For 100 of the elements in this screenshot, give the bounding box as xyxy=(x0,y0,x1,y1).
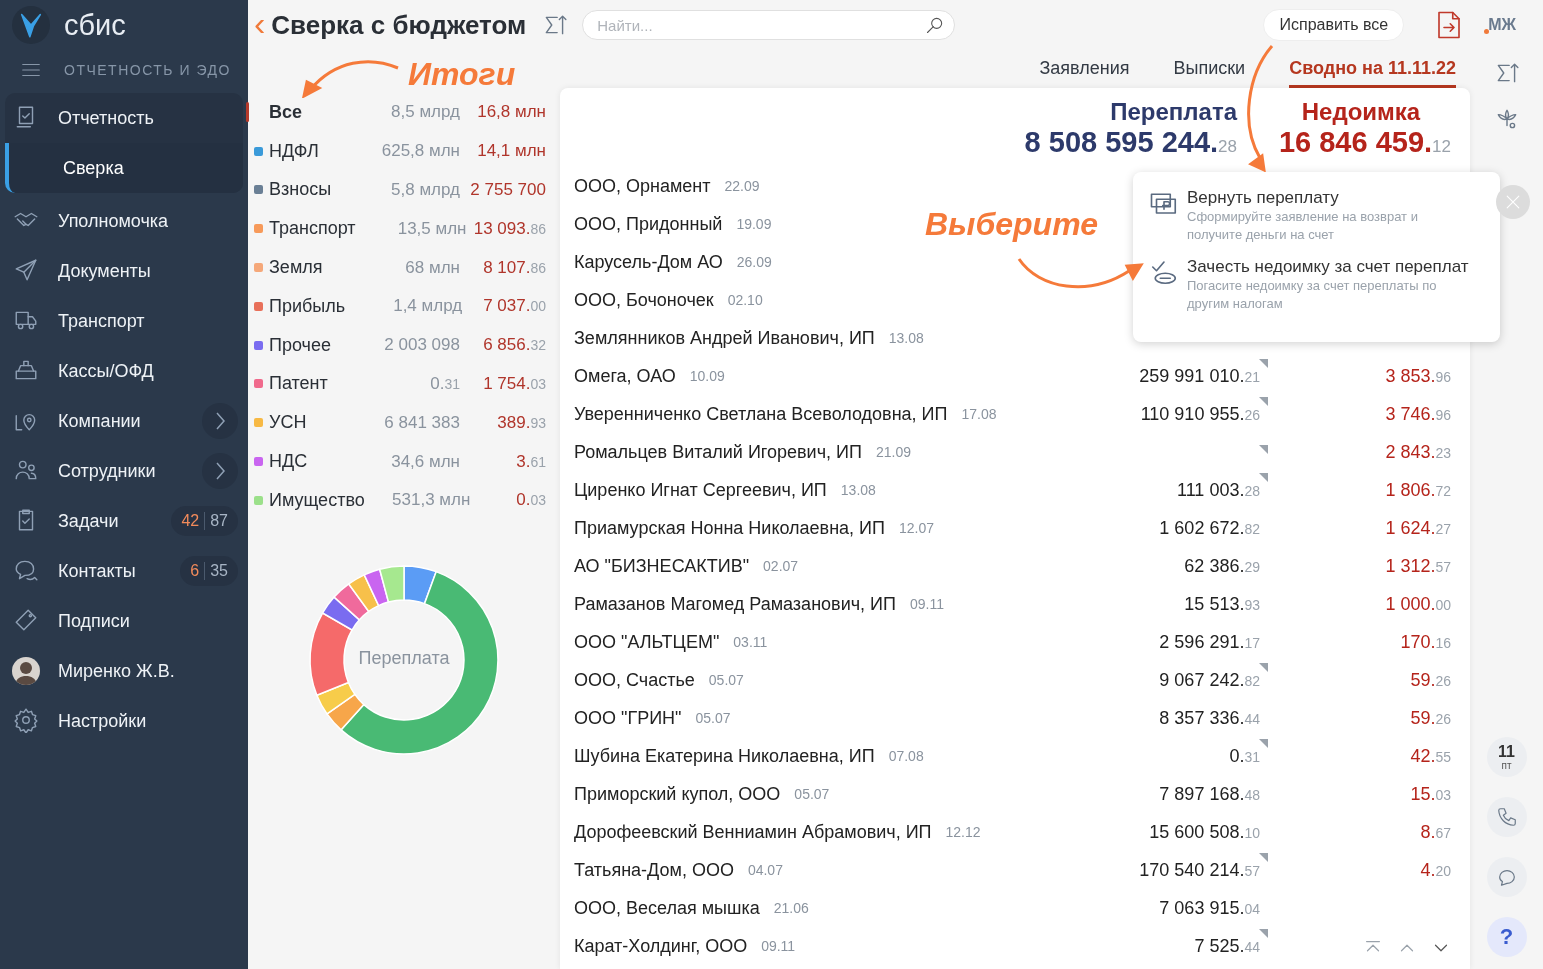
fix-all-button[interactable]: Исправить все xyxy=(1263,9,1405,41)
overpay-amount: 62 386.29 xyxy=(1184,555,1260,576)
overpay-amount: 2 596 291.17 xyxy=(1159,631,1260,652)
debt-amount: 1 624.27 xyxy=(1385,517,1451,538)
organization-name[interactable]: Омега, ОАО xyxy=(574,365,676,387)
tax-name[interactable]: Патент xyxy=(269,373,340,395)
sidebar-item[interactable]: Отчетность xyxy=(5,93,243,143)
overpay-amount: 8 357 336.44 xyxy=(1159,707,1260,728)
debt-total: 3.61 xyxy=(515,451,546,472)
option-description: Сформируйте заявление на возврат и получите деньги на счет xyxy=(1187,208,1419,244)
organization-name[interactable]: ООО "АЛЬТЦЕМ" xyxy=(574,631,720,653)
popup-option[interactable]: Зачесть недоимку за счет переплат Погасите недоимку за счет переплаты по другим налогам xyxy=(1149,257,1484,313)
organization-name[interactable]: ООО, Веселая мышка xyxy=(574,897,760,919)
debt-sum: 16 846 459.12 xyxy=(1277,126,1451,159)
overpay-amount: 15 600 508.10 xyxy=(1149,821,1260,842)
debt-amount: 4.20 xyxy=(1420,859,1451,880)
organization-name[interactable]: ООО, Бочоночек xyxy=(574,289,714,311)
overpay-total: 625,8 млн xyxy=(380,141,460,162)
organization-name[interactable]: Татьяна-Дом, ООО xyxy=(574,859,734,881)
phone-icon xyxy=(1495,806,1518,828)
tab[interactable]: Заявления xyxy=(1039,58,1130,85)
tax-name[interactable]: Все xyxy=(269,101,340,123)
debt-amount: 1 806.72 xyxy=(1385,479,1451,500)
date: 22.09 xyxy=(724,178,761,194)
tax-name[interactable]: УСН xyxy=(269,412,340,434)
tab[interactable]: Выписки xyxy=(1173,58,1246,85)
organization-name[interactable]: Карусель-Дом АО xyxy=(574,251,723,273)
sidebar-item[interactable]: Миренко Ж.В. xyxy=(0,646,248,696)
sidebar-item[interactable]: Задачи 42 87 xyxy=(0,496,248,546)
option-description: Погасите недоимку за счет переплаты по другим налогам xyxy=(1187,277,1437,313)
organization-name[interactable]: Шубина Екатерина Николаевна, ИП xyxy=(574,745,875,767)
tax-name[interactable]: Прочее xyxy=(269,334,340,356)
handwritten-note: Итоги xyxy=(408,56,516,93)
avatar xyxy=(12,657,40,685)
organization-name[interactable]: ООО, Придонный xyxy=(574,213,723,235)
sidebar-subitem[interactable]: Сверка xyxy=(5,143,243,193)
debt-amount: 1 000.00 xyxy=(1385,593,1451,614)
date: 05.07 xyxy=(708,672,745,688)
debt-total: 13 093.86 xyxy=(472,218,546,239)
sidebar-item[interactable]: Настройки xyxy=(0,696,248,746)
sidebar-item[interactable]: Уполномочка xyxy=(0,196,248,246)
date: 05.07 xyxy=(794,786,831,802)
organization-name[interactable]: Землянников Андрей Иванович, ИП xyxy=(574,327,875,349)
sidebar-item[interactable]: Контакты 6 35 xyxy=(0,546,248,596)
chart-center-label: Переплата xyxy=(357,647,451,669)
organization-name[interactable]: ООО, Орнамент xyxy=(574,175,711,197)
settings-icon xyxy=(13,707,39,733)
debt-total: 14,1 млн xyxy=(476,141,546,162)
date: 04.07 xyxy=(747,862,784,878)
help-button[interactable]: ? xyxy=(1486,917,1527,957)
tax-name[interactable]: Имущество xyxy=(269,489,365,511)
date-badge[interactable]: 11 пт xyxy=(1486,737,1527,777)
tax-name[interactable]: Транспорт xyxy=(269,218,356,240)
debt-total: 16,8 млн xyxy=(476,102,546,123)
counter-badge: 42 87 xyxy=(171,506,238,536)
tax-name[interactable]: НДФЛ xyxy=(269,140,340,162)
option-title: Вернуть переплату xyxy=(1187,188,1340,208)
debt-amount: 2 843.23 xyxy=(1385,441,1451,462)
organization-name[interactable]: ООО, Счастье xyxy=(574,669,695,691)
debt-amount: 3 746.96 xyxy=(1385,403,1451,424)
sidebar-item[interactable]: Транспорт xyxy=(0,296,248,346)
date: 10.09 xyxy=(689,368,726,384)
sidebar-item[interactable]: Документы xyxy=(0,246,248,296)
sidebar-item[interactable]: Сотрудники xyxy=(0,446,248,496)
page-title: Сверка с бюджетом xyxy=(271,9,527,41)
brand-name: сбис xyxy=(64,8,126,42)
debt-total: 2 755 700 xyxy=(469,180,546,200)
debt-amount: 3 853.96 xyxy=(1385,365,1451,386)
organization-name[interactable]: Приморский купол, ООО xyxy=(574,783,781,805)
overpay-amount: 15 513.93 xyxy=(1184,593,1260,614)
tax-name[interactable]: Земля xyxy=(269,257,340,279)
tax-name[interactable]: Прибыль xyxy=(269,295,346,317)
organization-name[interactable]: Приамурская Нонна Николаевна, ИП xyxy=(574,517,885,539)
organization-name[interactable]: Дорофеевский Венниамин Абрамович, ИП xyxy=(574,821,932,843)
overpay-total: 13,5 млн xyxy=(396,218,467,239)
date: 07.08 xyxy=(888,748,925,764)
sidebar-item[interactable]: Кассы/ОФД xyxy=(0,346,248,396)
popup-option[interactable]: Вернуть переплату Сформируйте заявление на возврат и получите деньги на счет xyxy=(1149,188,1484,244)
chevron-button[interactable] xyxy=(202,403,238,439)
organization-name[interactable]: Уверенниченко Светлана Всеволодовна, ИП xyxy=(574,403,948,425)
debt-total: 1 754.03 xyxy=(482,373,546,394)
overpay-total: 6 841 383 xyxy=(383,412,460,433)
search-field[interactable]: Найти... xyxy=(582,10,956,40)
organization-name[interactable]: Ромальцев Виталий Игоревич, ИП xyxy=(574,441,862,463)
chevron-button[interactable] xyxy=(202,453,238,489)
overpay-amount: 7 897 168.48 xyxy=(1159,783,1260,804)
date: 05.07 xyxy=(695,710,732,726)
overpay-total: 2 003 098 xyxy=(383,335,460,356)
organization-name[interactable]: Рамазанов Магомед Рамазанович, ИП xyxy=(574,593,896,615)
organization-name[interactable]: Циренко Игнат Сергеевич, ИП xyxy=(574,479,827,501)
overpay-total: 0.31 xyxy=(429,373,460,394)
sidebar-item[interactable]: Компании xyxy=(0,396,248,446)
organization-name[interactable]: ООО "ГРИН" xyxy=(574,707,682,729)
user-initials[interactable]: МЖ xyxy=(1486,16,1516,34)
organization-name[interactable]: АО "БИЗНЕСАКТИВ" xyxy=(574,555,750,577)
tax-name[interactable]: Взносы xyxy=(269,179,340,201)
organization-name[interactable]: Карат-Холдинг, ООО xyxy=(574,935,748,957)
sidebar-item[interactable]: Подписи xyxy=(0,596,248,646)
tax-name[interactable]: НДС xyxy=(269,451,340,473)
date: 09.11 xyxy=(761,938,797,954)
